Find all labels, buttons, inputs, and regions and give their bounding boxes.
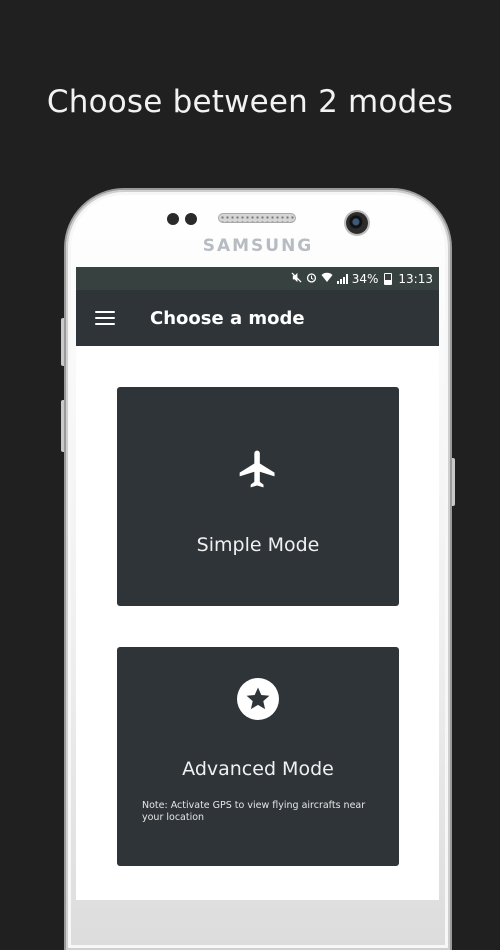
- simple-mode-label: Simple Mode: [196, 534, 320, 556]
- battery-icon: [384, 272, 393, 285]
- advanced-mode-label: Advanced Mode: [182, 758, 334, 780]
- earpiece-speaker: [218, 213, 296, 223]
- wifi-icon: [321, 272, 333, 285]
- promo-title: Choose between 2 modes: [46, 84, 454, 120]
- signal-icon: [336, 273, 348, 284]
- front-camera: [346, 212, 368, 234]
- page-title: Choose a mode: [150, 307, 305, 329]
- status-time: 13:13: [398, 271, 433, 286]
- app-bar: Choose a mode: [76, 290, 439, 346]
- airplane-icon: [117, 447, 399, 491]
- mute-icon: [291, 272, 302, 285]
- advanced-mode-card[interactable]: Advanced Mode Note: Activate GPS to view…: [117, 647, 399, 866]
- star-circle-icon: [117, 677, 399, 721]
- alarm-icon: [306, 272, 317, 285]
- proximity-sensor: [167, 213, 179, 225]
- battery-percent: 34%: [351, 271, 379, 286]
- light-sensor: [185, 213, 197, 225]
- device-brand-logo: SAMSUNG: [202, 236, 314, 256]
- status-bar: 34% 13:13: [76, 267, 439, 290]
- simple-mode-card[interactable]: Simple Mode: [117, 387, 399, 606]
- menu-icon[interactable]: [95, 307, 115, 329]
- gps-note: Note: Activate GPS to view flying aircra…: [142, 800, 366, 823]
- phone-screen: 34% 13:13 Choose a mode Simple Mode Adva…: [76, 267, 439, 900]
